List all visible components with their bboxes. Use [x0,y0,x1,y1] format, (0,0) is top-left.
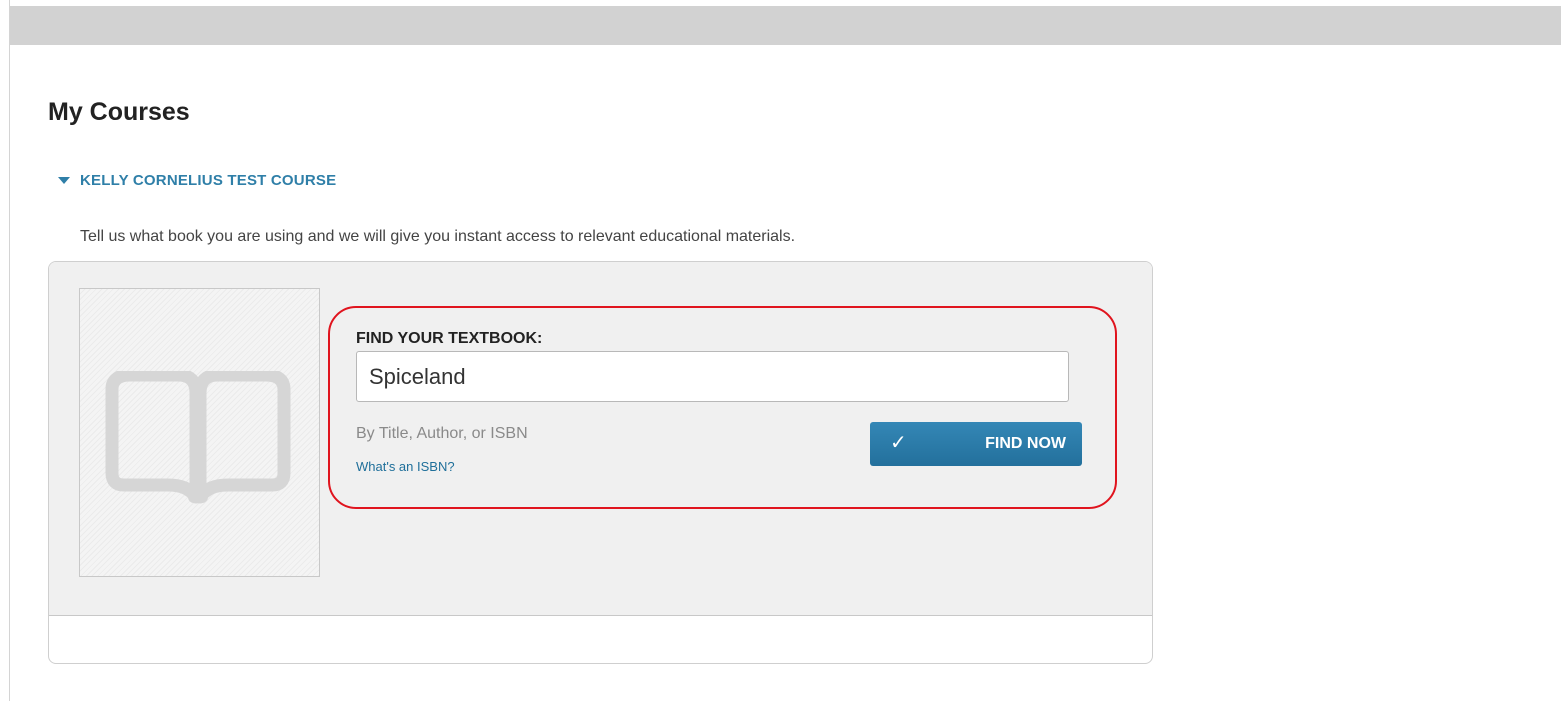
top-bar [10,6,1561,45]
page: My Courses KELLY CORNELIUS TEST COURSE T… [0,0,1561,701]
course-toggle[interactable]: KELLY CORNELIUS TEST COURSE [58,172,336,189]
find-now-button[interactable]: ✓ FIND NOW [870,422,1082,466]
textbook-search-input[interactable] [356,351,1069,402]
book-cover-placeholder [79,288,320,577]
open-book-icon [105,371,291,504]
whats-an-isbn-link[interactable]: What's an ISBN? [356,459,455,474]
find-now-label: FIND NOW [985,435,1066,452]
caret-down-icon[interactable] [58,177,70,184]
search-hint: By Title, Author, or ISBN [356,425,528,442]
course-intro-text: Tell us what book you are using and we w… [80,228,796,245]
check-icon: ✓ [890,432,907,454]
course-name[interactable]: KELLY CORNELIUS TEST COURSE [80,172,336,189]
find-textbook-panel: FIND YOUR TEXTBOOK: By Title, Author, or… [328,306,1117,509]
find-textbook-label: FIND YOUR TEXTBOOK: [356,330,543,347]
textbook-card: FIND YOUR TEXTBOOK: By Title, Author, or… [48,261,1153,664]
page-title: My Courses [48,98,190,126]
left-edge-divider [0,0,10,701]
textbook-card-body: FIND YOUR TEXTBOOK: By Title, Author, or… [49,262,1152,616]
